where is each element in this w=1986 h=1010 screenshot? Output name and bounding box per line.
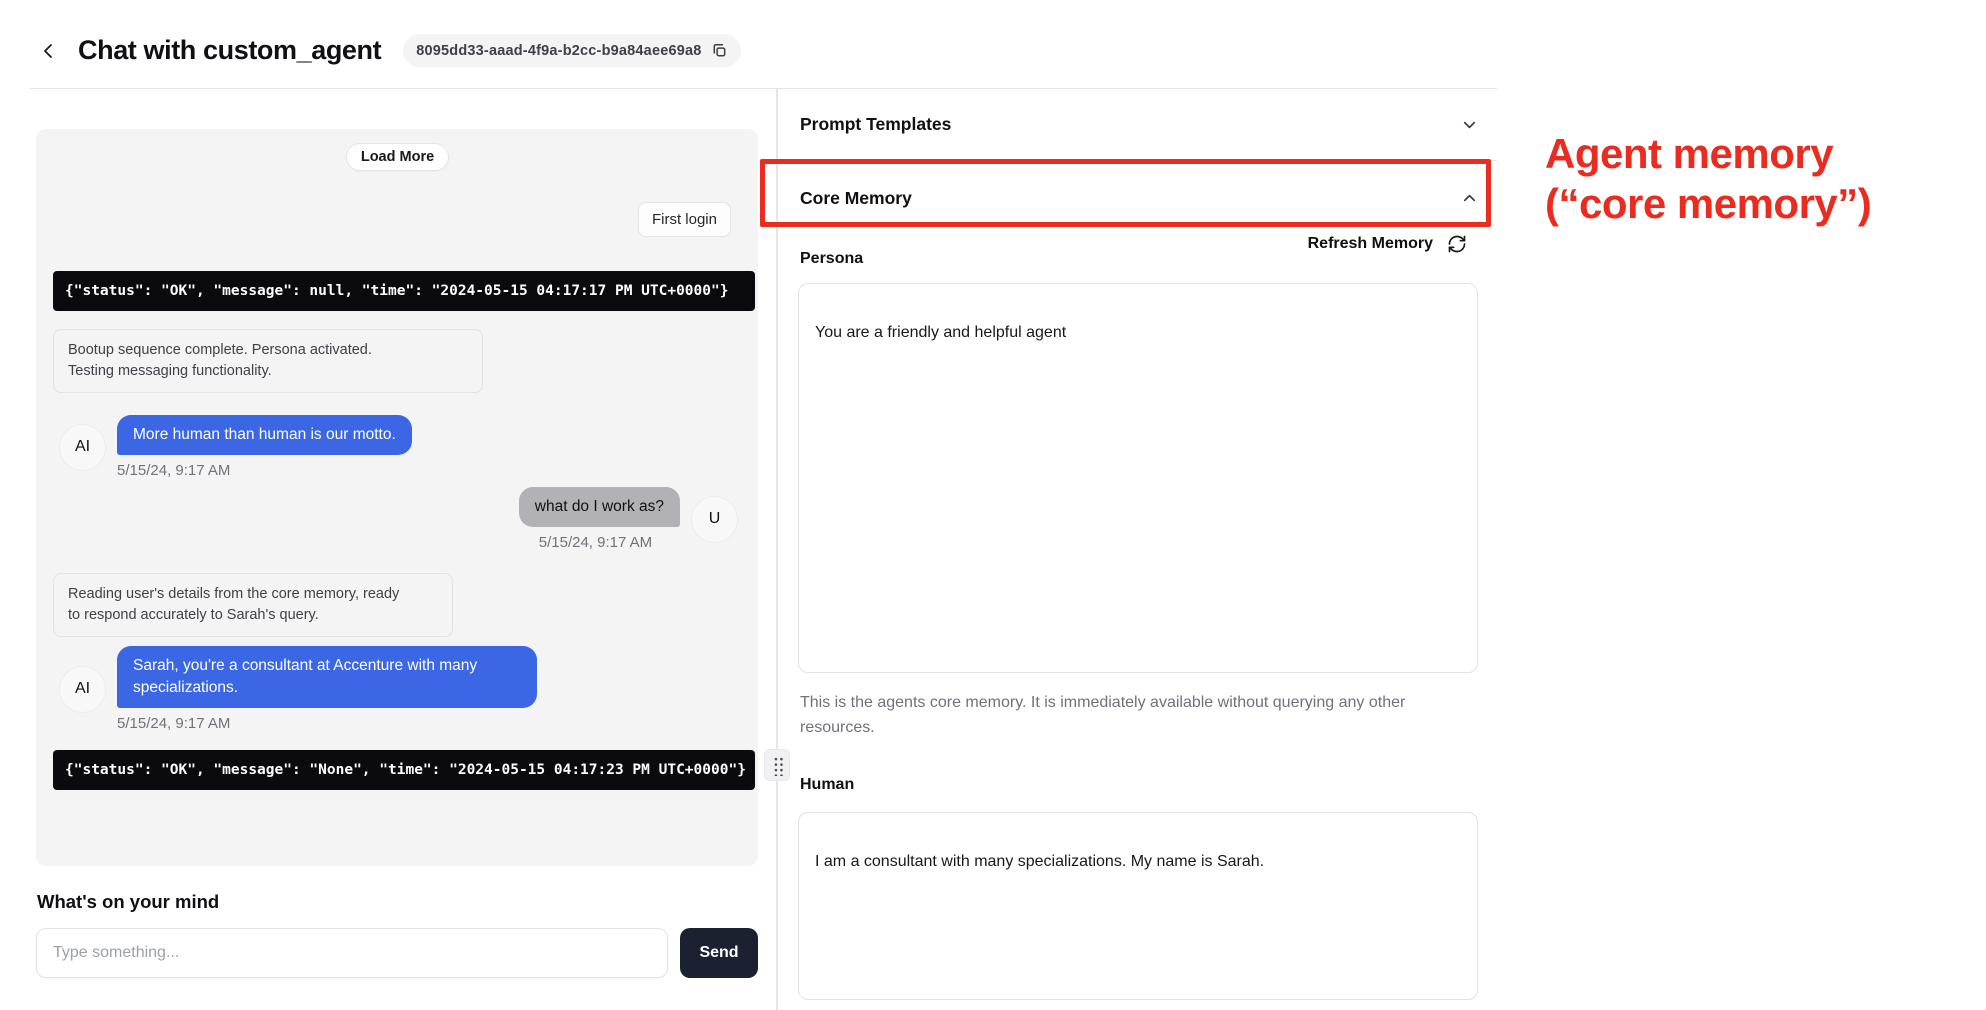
system-status-message: {"status": "OK", "message": null, "time"… [53, 271, 755, 311]
page-title: Chat with custom_agent [78, 35, 381, 66]
user-message: what do I work as? 5/15/24, 9:17 AM U [53, 487, 742, 551]
send-button[interactable]: Send [680, 928, 758, 978]
message-timestamp: 5/15/24, 9:17 AM [117, 715, 537, 732]
agent-thought-message: Bootup sequence complete. Persona activa… [53, 329, 483, 393]
load-more-button[interactable]: Load More [346, 143, 449, 171]
composer: Send [36, 928, 758, 978]
persona-label: Persona [800, 250, 863, 268]
agent-thought-message: Reading user's details from the core mem… [53, 573, 453, 637]
persona-textarea[interactable]: You are a friendly and helpful agent [798, 283, 1478, 673]
chat-message-panel: Load More First login {"status": "OK", "… [36, 129, 758, 866]
refresh-memory-label: Refresh Memory [1308, 235, 1433, 253]
panel-resize-handle[interactable] [765, 750, 789, 780]
prompt-templates-accordion[interactable]: Prompt Templates [777, 89, 1497, 161]
human-textarea[interactable]: I am a consultant with many specializati… [798, 812, 1478, 1000]
core-memory-title: Core Memory [800, 188, 912, 209]
refresh-icon [1447, 234, 1467, 254]
prompt-templates-title: Prompt Templates [800, 114, 951, 135]
ai-message-bubble: More human than human is our motto. [117, 415, 412, 455]
annotation-line1: Agent memory [1545, 129, 1975, 179]
copy-icon[interactable] [711, 42, 728, 59]
header: Chat with custom_agent 8095dd33-aaad-4f9… [36, 34, 741, 67]
chevron-up-icon [1460, 189, 1479, 208]
ai-message: AI More human than human is our motto. 5… [53, 415, 742, 479]
first-login-badge: First login [638, 202, 731, 237]
core-memory-description: This is the agents core memory. It is im… [800, 690, 1450, 740]
agent-id: 8095dd33-aaad-4f9a-b2cc-b9a84aee69a8 [416, 43, 701, 59]
refresh-memory-button[interactable]: Refresh Memory [777, 234, 1467, 254]
chevron-down-icon [1460, 115, 1479, 134]
human-label: Human [800, 776, 854, 794]
annotation-line2: (“core memory”) [1545, 179, 1975, 229]
ai-message: AI Sarah, you're a consultant at Accentu… [53, 646, 742, 732]
message-timestamp: 5/15/24, 9:17 AM [117, 462, 412, 479]
chat-app: Chat with custom_agent 8095dd33-aaad-4f9… [0, 0, 1986, 1010]
system-status-message: {"status": "OK", "message": "None", "tim… [53, 750, 755, 790]
agent-id-badge: 8095dd33-aaad-4f9a-b2cc-b9a84aee69a8 [403, 34, 740, 67]
user-message-bubble: what do I work as? [519, 487, 680, 527]
ai-message-bubble: Sarah, you're a consultant at Accenture … [117, 646, 537, 708]
core-memory-accordion[interactable]: Core Memory [777, 162, 1497, 234]
back-button[interactable] [36, 38, 62, 64]
ai-avatar: AI [59, 666, 106, 713]
message-timestamp: 5/15/24, 9:17 AM [539, 534, 652, 551]
composer-label: What's on your mind [37, 891, 219, 913]
chevron-left-icon [39, 41, 59, 61]
user-avatar: U [691, 496, 738, 543]
grip-dots-icon [772, 755, 783, 776]
ai-avatar: AI [59, 424, 106, 471]
annotation-text: Agent memory (“core memory”) [1545, 129, 1975, 229]
message-input[interactable] [36, 928, 668, 978]
